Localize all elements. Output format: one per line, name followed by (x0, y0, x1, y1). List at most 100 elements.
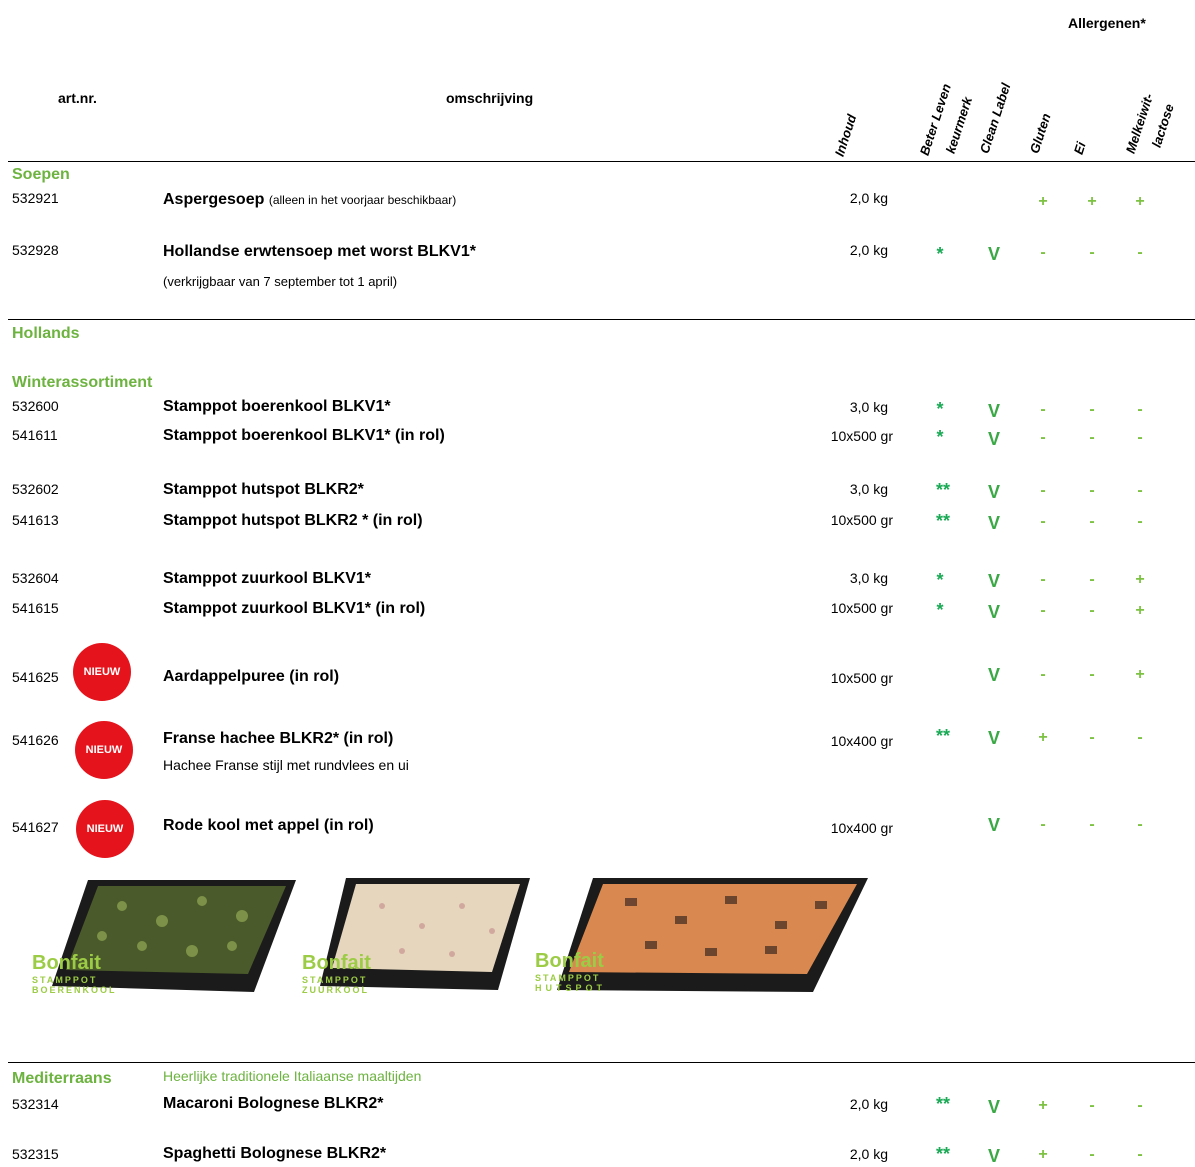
clean-label-mark: V (987, 728, 1000, 748)
column-ei: Ei (1070, 139, 1089, 157)
ei-mark: - (1089, 401, 1095, 418)
product-subtitle: Hachee Franse stijl met rundvlees en ui (163, 757, 409, 773)
article-number: 532921 (12, 190, 59, 206)
brand-line: ZUURKOOL (302, 985, 369, 995)
brand-logo: Bonfait (535, 950, 604, 972)
gluten-mark: - (1040, 244, 1046, 261)
article-number: 541613 (12, 512, 59, 528)
clean-label-mark: V (987, 429, 1000, 449)
section-divider (8, 319, 1195, 320)
product-quantity: 10x500 gr (830, 428, 893, 444)
product-name: Stamppot hutspot BLKR2* (163, 481, 364, 498)
new-badge: NIEUW (76, 800, 134, 858)
ei-mark: + (1087, 193, 1097, 210)
allergens-title: Allergenen* (1068, 15, 1146, 31)
product-name: Aspergesoep (alleen in het voorjaar besc… (163, 191, 457, 208)
section-tagline: Heerlijke traditionele Italiaanse maalti… (163, 1068, 422, 1084)
column-beter-leven-2: keurmerk (942, 94, 976, 156)
product-quantity: 10x400 gr (830, 820, 893, 836)
product-name: Hollandse erwtensoep met worst BLKV1* (163, 243, 476, 260)
section-mediterraans: Mediterraans (12, 1070, 112, 1087)
clean-label-mark: V (987, 815, 1000, 835)
column-inhoud: Inhoud (831, 112, 860, 159)
new-badge: NIEUW (75, 721, 133, 779)
beter-leven-mark: ** (935, 511, 950, 531)
melk-mark: + (1135, 571, 1145, 588)
gluten-mark: - (1040, 666, 1046, 683)
column-art-nr: art.nr. (58, 90, 97, 106)
beter-leven-mark: * (936, 427, 944, 447)
article-number: 541626 (12, 732, 59, 748)
clean-label-mark: V (987, 571, 1000, 591)
melk-mark: - (1137, 729, 1143, 746)
melk-mark: - (1137, 1097, 1143, 1114)
ei-mark: - (1089, 513, 1095, 530)
ei-mark: - (1089, 602, 1095, 619)
article-number: 532602 (12, 481, 59, 497)
clean-label-mark: V (987, 513, 1000, 533)
product-name: Stamppot boerenkool BLKV1* (163, 398, 391, 415)
beter-leven-mark: * (936, 244, 944, 264)
ei-mark: - (1089, 244, 1095, 261)
product-quantity: 2,0 kg (849, 1096, 888, 1112)
brand-line: STAMPPOT (302, 975, 368, 985)
beter-leven-mark: ** (935, 1094, 950, 1114)
article-number: 541627 (12, 819, 59, 835)
product-quantity: 2,0 kg (849, 190, 888, 206)
product-name: Macaroni Bolognese BLKR2* (163, 1095, 384, 1112)
melk-mark: - (1137, 816, 1143, 833)
product-name: Franse hachee BLKR2* (in rol) (163, 730, 394, 747)
gluten-mark: - (1040, 602, 1046, 619)
gluten-mark: - (1040, 571, 1046, 588)
section-divider (8, 1062, 1195, 1063)
section-soepen: Soepen (12, 166, 70, 183)
product-name: Stamppot hutspot BLKR2 * (in rol) (163, 512, 423, 529)
beter-leven-mark: ** (935, 1144, 950, 1164)
product-name: Stamppot zuurkool BLKV1* (in rol) (163, 600, 426, 617)
article-number: 532315 (12, 1146, 59, 1162)
product-quantity: 10x500 gr (830, 670, 893, 686)
product-quantity: 3,0 kg (849, 481, 888, 497)
beter-leven-mark: * (936, 570, 944, 590)
gluten-mark: - (1040, 429, 1046, 446)
article-number: 532600 (12, 398, 59, 414)
brand-logo: Bonfait (302, 952, 371, 974)
column-clean-label: Clean Label (976, 81, 1014, 156)
column-gluten: Gluten (1026, 111, 1054, 156)
new-badge: NIEUW (73, 643, 131, 701)
melk-mark: - (1137, 513, 1143, 530)
product-name: Aardappelpuree (in rol) (163, 668, 340, 685)
product-name: Rode kool met appel (in rol) (163, 817, 374, 834)
clean-label-mark: V (987, 244, 1000, 264)
clean-label-mark: V (987, 1097, 1000, 1117)
article-number: 532314 (12, 1096, 59, 1112)
product-subtitle: (verkrijgbaar van 7 september tot 1 apri… (163, 274, 398, 289)
ei-mark: - (1089, 482, 1095, 499)
clean-label-mark: V (987, 482, 1000, 502)
gluten-mark: + (1038, 193, 1048, 210)
product-name: Spaghetti Bolognese BLKR2* (163, 1145, 387, 1162)
brand-line: HUTSPOT (535, 983, 607, 993)
ei-mark: - (1089, 666, 1095, 683)
ei-mark: - (1089, 429, 1095, 446)
product-photo-boerenkool: Bonfait STAMPPOT BOERENKOOL (32, 876, 300, 1006)
gluten-mark: - (1040, 513, 1046, 530)
product-quantity: 2,0 kg (849, 1146, 888, 1162)
gluten-mark: - (1040, 816, 1046, 833)
ei-mark: - (1089, 1097, 1095, 1114)
melk-mark: - (1137, 429, 1143, 446)
section-hollands: Hollands (12, 325, 80, 342)
product-quantity: 10x400 gr (830, 733, 893, 749)
column-melkeiwit-2: lactose (1148, 102, 1177, 150)
brand-logo: Bonfait (32, 952, 101, 974)
melk-mark: - (1137, 482, 1143, 499)
melk-mark: - (1137, 1146, 1143, 1163)
gluten-mark: - (1040, 482, 1046, 499)
beter-leven-mark: ** (935, 726, 950, 746)
clean-label-mark: V (987, 401, 1000, 421)
article-number: 532604 (12, 570, 59, 586)
product-quantity: 3,0 kg (849, 399, 888, 415)
gluten-mark: - (1040, 401, 1046, 418)
product-quantity: 10x500 gr (830, 512, 893, 528)
product-photo-zuurkool: Bonfait STAMPPOT ZUURKOOL (302, 876, 532, 1006)
